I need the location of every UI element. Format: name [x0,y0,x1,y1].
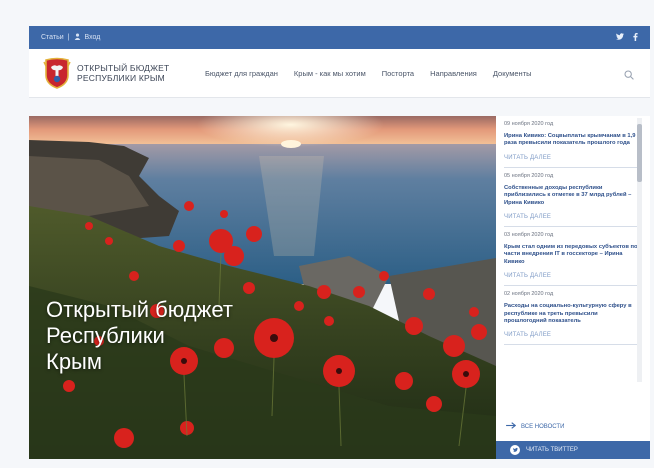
nav-item-portal[interactable]: Посторта [382,69,414,78]
logo-line-1: ОТКРЫТЫЙ БЮДЖЕТ [77,63,170,73]
read-twitter-label: ЧИТАТЬ ТВИТТЕР [526,447,578,453]
news-date: 09 ноября 2020 год [504,121,554,127]
all-news-link[interactable]: ВСЕ НОВОСТИ [506,422,564,431]
page: Статьи | Вход ОТКРЫТЫЙ БЮДЖЕТ РЕСПУБЛИКИ… [0,0,654,468]
hero-banner: Открытый бюджет Республики Крым [29,116,496,459]
news-date: 03 ноября 2020 год [504,232,554,239]
top-bar: Статьи | Вход [29,26,650,49]
hero-title-line-1: Открытый бюджет [46,297,233,322]
hero-title: Открытый бюджет Республики Крым [46,297,306,375]
all-news-label: ВСЕ НОВОСТИ [521,423,565,430]
news-title[interactable]: Крым стал одним из передовых субъектов п… [504,244,638,266]
news-item: 03 ноября 2020 год Крым стал одним из пе… [504,227,638,287]
crimea-emblem-icon [43,57,71,89]
social-links [616,32,638,43]
read-more-link[interactable]: ЧИТАТЬ ДАЛЕЕ [504,273,638,279]
login-link[interactable]: Вход [85,34,101,41]
nav-item-budget-for-citizens[interactable]: Бюджет для граждан [205,69,278,78]
news-title[interactable]: Собственные доходы республики приблизили… [504,185,638,207]
news-date: 05 ноября 2020 год [504,172,554,179]
read-more-link[interactable]: ЧИТАТЬ ДАЛЕЕ [504,155,638,161]
news-date: 02 ноября 2020 год [504,291,554,298]
nav-item-crimea-as-we-want[interactable]: Крым - как мы хотим [294,69,366,78]
arrow-right-icon [506,422,517,431]
hero-photo [29,116,496,459]
news-panel: 09 ноября 2020 год Ирина Кивико: Соцвыпл… [496,116,650,459]
twitter-circle-icon [510,445,520,455]
hero-title-line-3: Крым [46,349,102,374]
user-icon [74,33,81,42]
read-more-link[interactable]: ЧИТАТЬ ДАЛЕЕ [504,214,638,220]
news-item: 05 ноября 2020 год Собственные доходы ре… [504,168,638,228]
search-icon[interactable] [624,67,636,80]
nav-item-directions[interactable]: Направления [430,69,477,78]
nav-item-documents[interactable]: Документы [493,69,532,78]
news-item: 09 ноября 2020 год Ирина Кивико: Соцвыпл… [504,116,638,168]
news-title[interactable]: Ирина Кивико: Соцвыплаты крымчанам в 1,9… [504,133,638,148]
hero-title-line-2: Республики [46,323,165,348]
top-links: Статьи | Вход [41,33,100,42]
site-logo[interactable]: ОТКРЫТЫЙ БЮДЖЕТ РЕСПУБЛИКИ КРЫМ [43,57,185,89]
scrollbar-thumb[interactable] [637,124,642,182]
facebook-icon[interactable] [633,32,638,43]
news-scrollbar[interactable] [637,118,642,382]
read-twitter-button[interactable]: ЧИТАТЬ ТВИТТЕР [496,441,650,459]
logo-line-2: РЕСПУБЛИКИ КРЫМ [77,73,165,83]
news-item: 02 ноября 2020 год Расходы на социально-… [504,286,638,346]
articles-link[interactable]: Статьи [41,34,64,41]
twitter-icon[interactable] [616,33,624,42]
main-nav: Бюджет для граждан Крым - как мы хотим П… [205,69,532,78]
site-header: ОТКРЫТЫЙ БЮДЖЕТ РЕСПУБЛИКИ КРЫМ Бюджет д… [29,49,650,98]
top-separator: | [67,34,70,41]
read-more-link[interactable]: ЧИТАТЬ ДАЛЕЕ [504,332,638,338]
news-title[interactable]: Расходы на социально-культурную сферу в … [504,303,638,325]
logo-text: ОТКРЫТЫЙ БЮДЖЕТ РЕСПУБЛИКИ КРЫМ [77,63,185,83]
news-list: 09 ноября 2020 год Ирина Кивико: Соцвыпл… [496,116,638,382]
